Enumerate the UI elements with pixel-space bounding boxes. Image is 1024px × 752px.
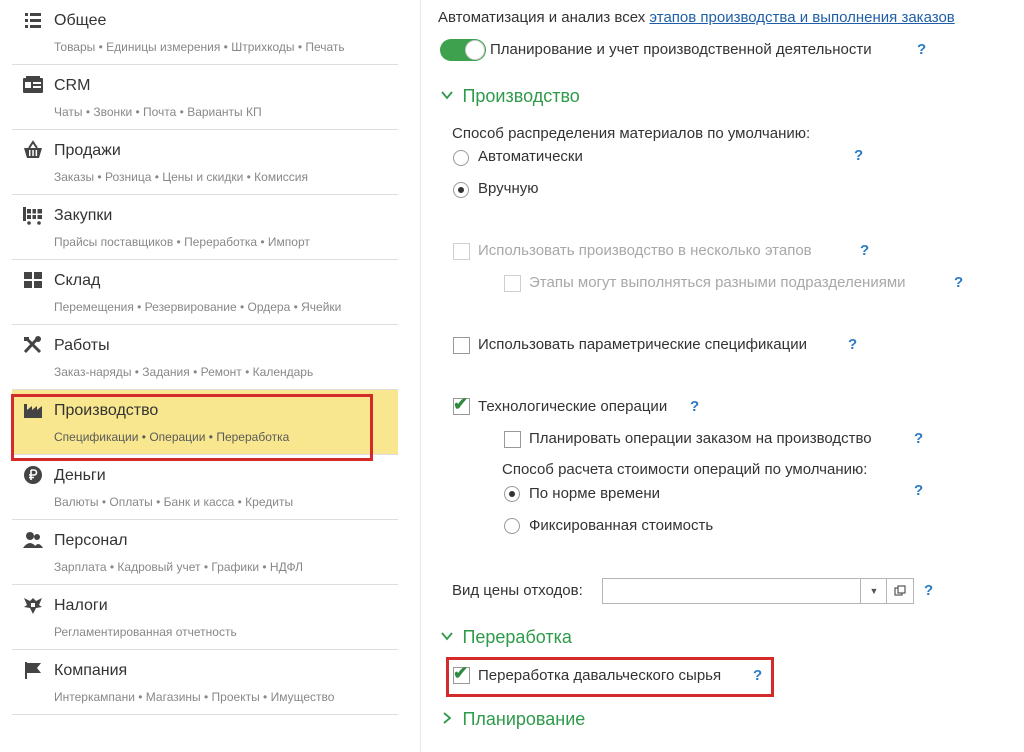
factory-icon [22, 400, 44, 420]
sidebar-item-subtitle: Валюты • Оплаты • Банк и касса • Кредиты [54, 495, 294, 509]
sidebar-item-subtitle: Прайсы поставщиков • Переработка • Импор… [54, 235, 310, 249]
eagle-emblem-icon [22, 595, 44, 615]
cart-icon [22, 205, 44, 225]
sidebar-item-title: Налоги [54, 597, 108, 614]
stages-divisions-checkbox[interactable] [504, 275, 521, 292]
sidebar-item-subtitle: Перемещения • Резервирование • Ордера • … [54, 300, 342, 314]
sidebar-item-personnel[interactable]: Персонал Зарплата • Кадровый учет • Граф… [12, 520, 398, 585]
tools-icon [22, 335, 44, 355]
sidebar-item-works[interactable]: Работы Заказ-наряды • Задания • Ремонт •… [12, 325, 398, 390]
radio-manual-label: Вручную [478, 180, 539, 197]
production-planning-toggle[interactable] [440, 39, 486, 61]
plan-ops-label: Планировать операции заказом на производ… [529, 430, 872, 447]
radio-norm-time-label: По норме времени [529, 485, 661, 502]
radio-fixed-cost[interactable] [504, 518, 520, 534]
sidebar-item-title: Персонал [54, 532, 128, 549]
warehouse-grid-icon [22, 270, 44, 290]
stages-divisions-label: Этапы могут выполняться разными подразде… [529, 274, 906, 291]
checkmark-icon: ✔ [453, 394, 469, 414]
help-icon[interactable]: ? [690, 398, 699, 415]
sidebar-item-production[interactable]: Производство Спецификации • Операции • П… [12, 390, 398, 455]
sidebar-item-title: Работы [54, 337, 110, 354]
waste-price-label: Вид цены отходов: [452, 582, 583, 599]
production-section-header[interactable]: Производство [440, 86, 580, 107]
cost-method-label: Способ расчета стоимости операций по умо… [502, 461, 868, 478]
help-icon[interactable]: ? [854, 147, 863, 164]
help-icon[interactable]: ? [860, 242, 869, 259]
planning-section-title: Планирование [462, 709, 586, 729]
sidebar-item-subtitle: Чаты • Звонки • Почта • Варианты КП [54, 105, 262, 119]
intro-line: Автоматизация и анализ всех этапов произ… [438, 9, 955, 26]
ruble-coin-icon [22, 465, 44, 485]
planning-section-header[interactable]: Планирование [440, 709, 585, 730]
people-icon [22, 530, 44, 550]
chevron-down-icon [440, 629, 458, 646]
radio-fixed-cost-label: Фиксированная стоимость [529, 517, 714, 534]
open-form-icon[interactable] [886, 579, 913, 603]
flag-icon [22, 660, 44, 680]
toggle-knob [465, 40, 485, 60]
sidebar-item-purchases[interactable]: Закупки Прайсы поставщиков • Переработка… [12, 195, 398, 260]
sidebar-item-subtitle: Заказы • Розница • Цены и скидки • Комис… [54, 170, 309, 184]
sidebar-item-title: Склад [54, 272, 101, 289]
checkmark-icon: ✔ [453, 663, 469, 683]
param-specs-checkbox[interactable] [453, 337, 470, 354]
settings-panel: Автоматизация и анализ всех этапов произ… [420, 0, 1024, 752]
basket-icon [22, 140, 44, 160]
sidebar-item-title: Производство [54, 402, 159, 419]
processing-section-header[interactable]: Переработка [440, 627, 572, 648]
dropdown-arrow-icon[interactable]: ▼ [860, 579, 887, 603]
help-icon[interactable]: ? [917, 41, 926, 58]
sidebar-item-warehouse[interactable]: Склад Перемещения • Резервирование • Орд… [12, 260, 398, 325]
contact-card-icon [22, 75, 44, 95]
param-specs-label: Использовать параметрические спецификаци… [478, 336, 807, 353]
help-icon[interactable]: ? [924, 582, 933, 599]
sidebar-item-subtitle: Интеркампани • Магазины • Проекты • Имущ… [54, 690, 335, 704]
chevron-down-icon [440, 88, 458, 105]
radio-auto[interactable] [453, 150, 469, 166]
sidebar-item-title: Продажи [54, 142, 121, 159]
help-icon[interactable]: ? [914, 482, 923, 499]
tolling-raw-label: Переработка давальческого сырья [478, 667, 722, 684]
help-icon[interactable]: ? [848, 336, 857, 353]
chevron-right-icon [440, 711, 458, 728]
help-icon[interactable]: ? [753, 667, 762, 684]
sidebar-item-title: Закупки [54, 207, 113, 224]
sidebar-item-general[interactable]: Общее Товары • Единицы измерения • Штрих… [12, 0, 398, 65]
sidebar-item-subtitle: Заказ-наряды • Задания • Ремонт • Календ… [54, 365, 314, 379]
sidebar-item-company[interactable]: Компания Интеркампани • Магазины • Проек… [12, 650, 398, 715]
radio-auto-label: Автоматически [478, 148, 583, 165]
tech-ops-checkbox[interactable]: ✔ [453, 394, 470, 415]
tech-ops-label: Технологические операции [478, 398, 668, 415]
sidebar-item-subtitle: Регламентированная отчетность [54, 625, 237, 639]
sidebar-item-subtitle: Зарплата • Кадровый учет • Графики • НДФ… [54, 560, 304, 574]
production-section-title: Производство [462, 86, 580, 106]
radio-norm-time[interactable] [504, 486, 520, 502]
sidebar-item-subtitle: Товары • Единицы измерения • Штрихкоды •… [54, 40, 345, 54]
sidebar-item-title: Деньги [54, 467, 106, 484]
multi-stage-checkbox[interactable] [453, 243, 470, 260]
sidebar-item-title: CRM [54, 77, 91, 94]
sidebar-item-money[interactable]: Деньги Валюты • Оплаты • Банк и касса • … [12, 455, 398, 520]
sidebar-item-crm[interactable]: CRM Чаты • Звонки • Почта • Варианты КП [12, 65, 398, 130]
help-icon[interactable]: ? [954, 274, 963, 291]
production-stages-link[interactable]: этапов производства и выполнения заказов [649, 9, 954, 26]
intro-text: Автоматизация и анализ всех [438, 9, 646, 26]
radio-manual[interactable] [453, 182, 469, 198]
sidebar-item-subtitle: Спецификации • Операции • Переработка [54, 430, 290, 444]
waste-price-field[interactable]: ▼ [602, 578, 914, 604]
processing-section-title: Переработка [462, 627, 572, 647]
plan-ops-checkbox[interactable] [504, 431, 521, 448]
production-planning-label: Планирование и учет производственной дея… [490, 41, 872, 58]
multi-stage-label: Использовать производство в несколько эт… [478, 242, 812, 259]
sidebar-item-title: Компания [54, 662, 128, 679]
sidebar-item-title: Общее [54, 12, 107, 29]
tolling-raw-checkbox[interactable]: ✔ [453, 663, 470, 684]
distribution-method-label: Способ распределения материалов по умолч… [452, 125, 811, 142]
sidebar: Общее Товары • Единицы измерения • Штрих… [0, 0, 400, 752]
list-icon [22, 10, 44, 30]
help-icon[interactable]: ? [914, 430, 923, 447]
sidebar-item-sales[interactable]: Продажи Заказы • Розница • Цены и скидки… [12, 130, 398, 195]
sidebar-item-taxes[interactable]: Налоги Регламентированная отчетность [12, 585, 398, 650]
